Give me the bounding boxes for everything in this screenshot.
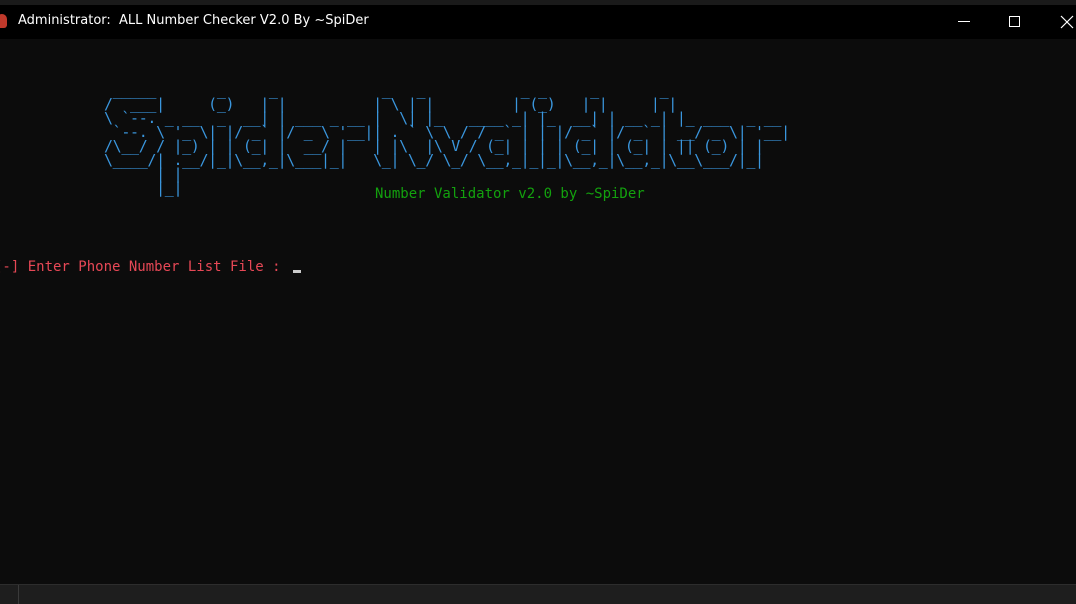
minimize-button[interactable] (939, 5, 989, 39)
title-bar[interactable]: Administrator: ALL Number Checker V2.0 B… (0, 5, 1076, 39)
bottom-bar-divider (18, 585, 19, 604)
close-icon (1060, 15, 1074, 29)
maximize-icon (1009, 16, 1020, 27)
window-title: Administrator: ALL Number Checker V2.0 B… (18, 13, 369, 28)
input-prompt-line[interactable]: [-] Enter Phone Number List File : (0, 259, 302, 275)
console-window: Administrator: ALL Number Checker V2.0 B… (0, 0, 1076, 604)
minimize-icon (958, 21, 970, 22)
subtitle-text: Number Validator v2.0 by ~SpiDer (375, 186, 645, 202)
spider-app-icon[interactable] (0, 14, 7, 28)
bottom-bar (0, 584, 1076, 604)
text-cursor (293, 270, 302, 273)
maximize-button[interactable] (989, 5, 1039, 39)
ascii-banner: _____ _ _ _ _ _ _ _ _ / ___| (_) | | | \… (104, 81, 790, 197)
console-output-area[interactable]: _____ _ _ _ _ _ _ _ _ / ___| (_) | | | \… (0, 39, 1076, 584)
prompt-label: [-] Enter Phone Number List File : (0, 259, 290, 275)
close-button[interactable] (1040, 5, 1076, 39)
